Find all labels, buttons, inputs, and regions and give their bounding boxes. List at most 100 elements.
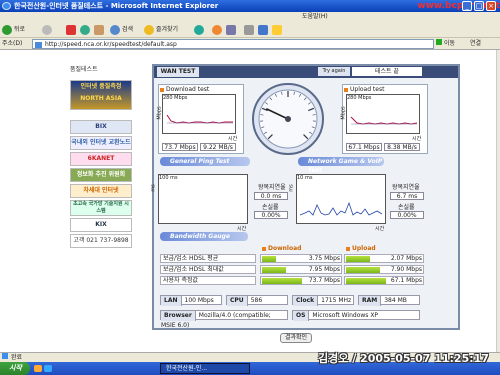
game-graph: [296, 174, 386, 224]
close-button[interactable]: ×: [486, 1, 496, 11]
sidebar-item-6kanet[interactable]: 6KANET: [70, 152, 132, 166]
menu-bar: 도움말(H): [0, 12, 500, 22]
history-button[interactable]: [212, 24, 224, 36]
ping-avg-label: 왕복지연율: [258, 184, 286, 191]
bandwidth-download-bar: [262, 278, 302, 284]
quicklaunch-icon[interactable]: [34, 365, 42, 372]
sidebar-item-bix[interactable]: BIX: [70, 120, 132, 134]
bullet-icon: [344, 87, 348, 92]
address-label: 주소(D): [2, 40, 23, 47]
start-button[interactable]: 시작: [0, 362, 30, 375]
game-ylabel: ms: [288, 184, 295, 192]
links-button[interactable]: 연결: [470, 39, 481, 49]
ie-logo-icon: [2, 2, 11, 10]
bandwidth-download-value: 7.95 Mbps: [308, 266, 340, 273]
ping-avg: 0.0 ms: [254, 192, 288, 200]
clock-info: Clock 1715 MHz: [292, 295, 354, 306]
favorites-button[interactable]: 즐겨찾기: [144, 24, 178, 36]
browser-info: Browser Mozilla/4.0 (compatible; MSIE 6.0…: [160, 310, 288, 329]
home-button[interactable]: [94, 24, 106, 36]
maximize-button[interactable]: □: [474, 1, 484, 11]
bandwidth-upload-value: 67.1 Mbps: [390, 277, 422, 284]
status-text: 완료: [11, 354, 23, 361]
folder-button[interactable]: [272, 24, 284, 36]
cpu-info: CPU 586: [226, 295, 288, 306]
download-ylabel: Mbps: [156, 106, 163, 120]
menu-help[interactable]: 도움말(H): [302, 12, 328, 22]
minimize-button[interactable]: _: [462, 1, 472, 11]
bandwidth-upload-bar: [346, 278, 386, 284]
edit-button[interactable]: [258, 24, 270, 36]
address-input[interactable]: http://speed.nca.or.kr/speedtest/default…: [32, 39, 434, 49]
toolbar: 뒤로 검색 즐겨찾기: [0, 22, 500, 38]
upload-mbytes: 8.38 MB/s: [384, 143, 420, 151]
ping-header: General Ping Test: [160, 157, 250, 166]
download-scale: 280 Mbps: [163, 95, 188, 101]
taskbar-item-ie[interactable]: 한국전산원-인...: [160, 363, 250, 374]
try-again-button[interactable]: Try again: [318, 67, 350, 76]
address-bar: 주소(D) http://speed.nca.or.kr/speedtest/d…: [0, 38, 500, 50]
sidebar-item-next-gen[interactable]: 차세대 인터넷: [70, 184, 132, 198]
sidebar-item-phone: 고객 021 737-9898: [70, 234, 132, 248]
download-mbytes: 9.22 MB/s: [200, 143, 236, 151]
confirm-result-button[interactable]: 결과확인: [280, 333, 312, 343]
forward-button[interactable]: [42, 24, 54, 36]
download-title: Download test: [160, 86, 209, 93]
media-button[interactable]: [194, 24, 206, 36]
bandwidth-upload-bar: [346, 267, 380, 273]
ping-loss: 0.00%: [254, 211, 288, 219]
bandwidth-row-name: 보급/업소 HDSL 최대값: [160, 265, 256, 274]
upload-ylabel: Mbps: [340, 106, 347, 120]
print-button[interactable]: [244, 24, 256, 36]
sidebar-item-support-system[interactable]: 초고속 국가망 기술지원 시스템: [70, 200, 132, 216]
refresh-button[interactable]: [80, 24, 92, 36]
upload-scale: 280 Mbps: [347, 95, 372, 101]
forward-arrow-icon: [42, 24, 52, 35]
search-button[interactable]: 검색: [110, 24, 133, 36]
sidebar-item-exchange-node[interactable]: 국내외 인터넷 교환노드: [70, 136, 132, 150]
go-arrow-icon: [436, 39, 442, 45]
upload-mbps: 67.1 Mbps: [346, 143, 382, 151]
game-avg: 6.7 ms: [390, 192, 424, 200]
game-scale: 10 ms: [297, 175, 313, 181]
star-icon: [144, 24, 154, 35]
ping-scale: 100 ms: [159, 175, 178, 181]
stop-icon: [66, 24, 76, 35]
lan-info: LAN 100 Mbps: [160, 295, 222, 306]
sidebar-item-committee[interactable]: 정보화 추진 위원회: [70, 168, 132, 182]
tab-wan-test[interactable]: WAN TEST: [157, 67, 199, 77]
vertical-scrollbar[interactable]: [496, 50, 500, 352]
stop-button[interactable]: [66, 24, 78, 36]
game-avg-label: 왕복지연율: [392, 184, 420, 191]
ping-xlabel: 시간: [237, 226, 247, 232]
upload-xlabel: 시간: [412, 136, 422, 142]
upload-title: Upload test: [344, 86, 384, 93]
quicklaunch-ie-icon[interactable]: [44, 365, 52, 372]
bullet-icon: [262, 246, 266, 251]
download-xlabel: 시간: [228, 136, 238, 142]
sidebar-item-kix[interactable]: KIX: [70, 218, 132, 232]
game-xlabel: 시간: [375, 226, 385, 232]
bandwidth-upload-value: 7.90 Mbps: [390, 266, 422, 273]
bandwidth-download-label: Download: [262, 245, 301, 252]
bandwidth-download-value: 3.75 Mbps: [308, 255, 340, 262]
speed-gauge: [251, 82, 325, 156]
download-mbps: 73.7 Mbps: [162, 143, 198, 151]
bandwidth-download-bar: [262, 267, 286, 273]
mail-button[interactable]: [226, 24, 238, 36]
game-loss: 0.00%: [390, 211, 424, 219]
bandwidth-row-name: 사용자 측정값: [160, 276, 256, 285]
back-button[interactable]: 뒤로: [2, 24, 25, 36]
home-icon: [94, 24, 104, 35]
back-arrow-icon: [2, 24, 12, 35]
sidebar-item-north-asia[interactable]: 인터넷 품질측정 NORTH ASIA: [70, 80, 132, 110]
bandwidth-row-name: 보급/업소 HDSL 평균: [160, 254, 256, 263]
page-done-icon: [2, 353, 8, 359]
go-button[interactable]: 이동: [436, 39, 455, 49]
folder-icon: [272, 24, 282, 35]
try-status: 테스트 끝: [352, 67, 422, 76]
search-icon: [110, 24, 120, 35]
bullet-icon: [346, 246, 350, 251]
game-header: Network Game & VoIP Test: [298, 157, 384, 174]
ram-info: RAM 384 MB: [358, 295, 420, 306]
